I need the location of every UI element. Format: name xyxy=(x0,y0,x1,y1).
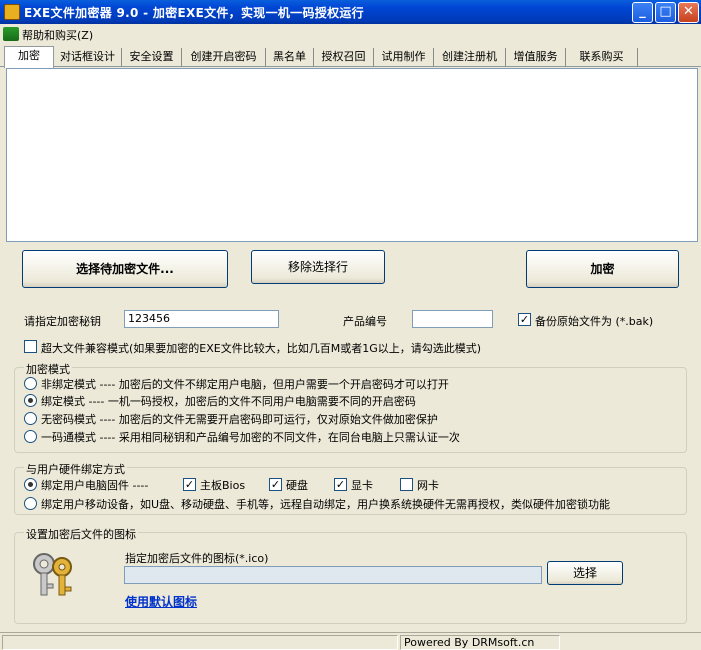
tab-encrypt[interactable]: 加密 xyxy=(4,46,54,68)
app-icon xyxy=(4,4,20,20)
status-bar: Powered By DRMsoft.cn xyxy=(0,632,701,650)
window-title: EXE文件加密器 9.0 - 加密EXE文件，实现一机一码授权运行 xyxy=(24,6,364,20)
key-input[interactable]: 123456 xyxy=(124,310,279,328)
title-bar: EXE文件加密器 9.0 - 加密EXE文件，实现一机一码授权运行 _ □ ✕ xyxy=(0,0,701,24)
hw-nic-checkbox[interactable] xyxy=(400,478,413,491)
file-list[interactable] xyxy=(6,68,698,242)
maximize-button[interactable]: □ xyxy=(655,2,676,23)
hw-nic-label: 网卡 xyxy=(417,479,439,492)
product-label: 产品编号 xyxy=(343,315,387,328)
tab-blacklist[interactable]: 黑名单 xyxy=(266,48,314,67)
mode-label-nopassword: 无密码模式 ---- 加密后的文件无需要开启密码即可运行，仅对原始文件做加密保护 xyxy=(41,413,438,426)
tab-value-added[interactable]: 增值服务 xyxy=(506,48,566,67)
mode-radio-bound[interactable] xyxy=(24,394,37,407)
mode-radio-unbound[interactable] xyxy=(24,377,37,390)
tab-dialog-design[interactable]: 对话框设计 xyxy=(54,48,122,67)
browse-icon-button[interactable]: 选择 xyxy=(547,561,623,585)
backup-label: 备份原始文件为 (*.bak) xyxy=(535,315,654,328)
mode-label-onecode: 一码通模式 ---- 采用相同秘钥和产品编号加密的不同文件，在同台电脑上只需认证… xyxy=(41,431,460,444)
minimize-button[interactable]: _ xyxy=(632,2,653,23)
icon-prompt-label: 指定加密后文件的图标(*.ico) xyxy=(125,552,269,565)
icon-group-title: 设置加密后文件的图标 xyxy=(24,526,138,542)
select-file-button[interactable]: 选择待加密文件... xyxy=(22,250,228,288)
mode-radio-nopassword[interactable] xyxy=(24,412,37,425)
mode-group-title: 加密模式 xyxy=(24,361,72,377)
backup-checkbox[interactable]: ✓ xyxy=(518,313,531,326)
icon-path-input[interactable] xyxy=(124,566,542,584)
tab-keygen[interactable]: 创建注册机 xyxy=(434,48,506,67)
hardware-group-title: 与用户硬件绑定方式 xyxy=(24,461,127,477)
hw-radio-mobile[interactable] xyxy=(24,497,37,510)
menu-home-icon xyxy=(3,27,19,41)
tab-security[interactable]: 安全设置 xyxy=(122,48,182,67)
tab-license-recall[interactable]: 授权召回 xyxy=(314,48,374,67)
menu-bar: 帮助和购买(Z) xyxy=(0,24,701,44)
hw-gpu-label: 显卡 xyxy=(351,479,373,492)
compat-label: 超大文件兼容模式(如果要加密的EXE文件比较大，比如几百M或者1G以上，请勾选此… xyxy=(41,342,482,355)
status-panel-main xyxy=(2,635,398,650)
remove-row-button[interactable]: 移除选择行 xyxy=(251,250,385,284)
tab-create-password[interactable]: 创建开启密码 xyxy=(182,48,266,67)
hw-bios-label: 主板Bios xyxy=(200,479,246,492)
compat-checkbox[interactable] xyxy=(24,340,37,353)
tab-trial[interactable]: 试用制作 xyxy=(374,48,434,67)
hw-radio-fixed[interactable] xyxy=(24,478,37,491)
close-button[interactable]: ✕ xyxy=(678,2,699,23)
status-powered: Powered By DRMsoft.cn xyxy=(400,635,560,650)
hw-mobile-label: 绑定用户移动设备，如U盘、移动硬盘、手机等，远程自动绑定，用户换系统换硬件无需再… xyxy=(41,498,611,511)
default-icon-link[interactable]: 使用默认图标 xyxy=(125,593,197,610)
mode-radio-onecode[interactable] xyxy=(24,430,37,443)
mode-label-unbound: 非绑定模式 ---- 加密后的文件不绑定用户电脑，但用户需要一个开启密码才可以打… xyxy=(41,378,449,391)
hw-fixed-label: 绑定用户电脑固件 ---- xyxy=(41,479,149,492)
hw-gpu-checkbox[interactable]: ✓ xyxy=(334,478,347,491)
hw-disk-label: 硬盘 xyxy=(286,479,308,492)
encrypt-button[interactable]: 加密 xyxy=(526,250,679,288)
tab-contact-purchase[interactable]: 联系购买 xyxy=(566,48,638,67)
menu-help-purchase[interactable]: 帮助和购买(Z) xyxy=(22,27,93,43)
keys-icon xyxy=(30,551,76,599)
product-input[interactable] xyxy=(412,310,493,328)
key-label: 请指定加密秘钥 xyxy=(24,315,101,328)
hw-bios-checkbox[interactable]: ✓ xyxy=(183,478,196,491)
tab-strip: 加密 对话框设计 安全设置 创建开启密码 黑名单 授权召回 试用制作 创建注册机… xyxy=(0,46,701,68)
hw-disk-checkbox[interactable]: ✓ xyxy=(269,478,282,491)
mode-label-bound: 绑定模式 ---- 一机一码授权，加密后的文件不同用户电脑需要不同的开启密码 xyxy=(41,395,416,408)
